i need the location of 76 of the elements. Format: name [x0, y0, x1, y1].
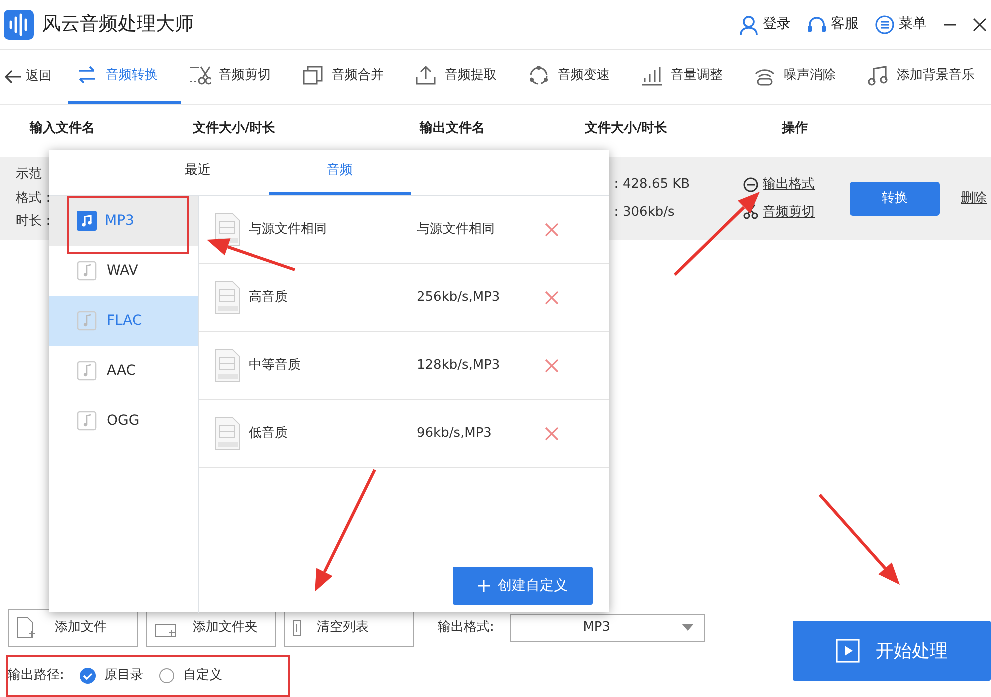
format-select[interactable]: MP3 [510, 614, 706, 642]
file-icon [215, 280, 241, 314]
toolbar-tab[interactable]: 音频提取 [407, 50, 520, 104]
convert-button[interactable]: 转换 [850, 182, 940, 216]
clear-list-icon [293, 620, 301, 636]
preset-spec: 128kb/s,MP3 [417, 356, 502, 375]
music-note-icon [867, 64, 889, 86]
toolbar-tab[interactable]: 音频转换 [68, 50, 181, 104]
toolbar-button[interactable]: 添加文件 [8, 609, 138, 647]
user-icon [739, 14, 759, 34]
column-header: 输入文件名 [30, 120, 96, 138]
toolbar-tab[interactable]: 音量调整 [633, 50, 746, 104]
preset-spec: 256kb/s,MP3 [417, 288, 502, 307]
preset-name: 与源文件相同 [249, 220, 328, 239]
menu-icon [875, 14, 895, 34]
app-title: 风云音频处理大师 [42, 12, 194, 38]
cell-text: ：306kb/s [610, 204, 675, 222]
column-header: 输出文件名 [420, 120, 486, 138]
toolbar-tab[interactable]: 音频合并 [294, 50, 407, 104]
merge-squares-icon [302, 64, 324, 86]
music-file-icon [77, 359, 99, 383]
upload-icon [415, 64, 437, 86]
play-icon [836, 639, 860, 663]
delete-link[interactable]: 删除 [961, 188, 987, 208]
radio-option[interactable]: 自定义 [159, 666, 222, 686]
toolbar-tab[interactable]: 音频剪切 [181, 50, 294, 104]
audio-cut-link[interactable]: 音频剪切 [763, 202, 815, 222]
headset-icon [807, 14, 827, 34]
back-button[interactable]: 返回 [0, 50, 68, 104]
cell-text: 示范 [16, 166, 42, 184]
delete-icon[interactable] [545, 290, 559, 304]
header-link[interactable]: 登录 [763, 14, 791, 35]
scissors-icon [189, 64, 211, 86]
music-file-icon [77, 409, 99, 433]
delete-icon[interactable] [545, 426, 559, 440]
music-file-icon [77, 309, 99, 333]
header-link[interactable]: 菜单 [899, 14, 927, 35]
column-header: 操作 [782, 120, 809, 138]
dialog-tab[interactable]: 音频 [269, 150, 411, 195]
format-icon [743, 176, 759, 193]
output-path-label: 输出路径: [8, 667, 64, 686]
output-format-link[interactable]: 输出格式 [763, 175, 815, 194]
close-icon[interactable] [973, 18, 987, 32]
plus-icon [478, 580, 490, 592]
delete-icon[interactable] [545, 358, 559, 372]
preset-name: 低音质 [249, 424, 289, 443]
toolbar-tab[interactable]: 噪声消除 [746, 50, 859, 104]
create-custom-button[interactable]: 创建自定义 [453, 567, 593, 605]
dotted-circle-icon [528, 64, 550, 86]
cell-text: ：428.65 KB [610, 176, 690, 194]
music-file-icon [77, 259, 99, 283]
caret-icon [682, 624, 694, 632]
column-header: 文件大小/时长 [193, 120, 277, 138]
bar-chart-icon [641, 64, 663, 86]
column-header: 文件大小/时长 [585, 120, 669, 138]
logo-icon [4, 10, 34, 40]
dialog-tab[interactable]: 最近 [127, 150, 269, 195]
output-format-label: 输出格式: [438, 619, 494, 638]
preset-spec: 96kb/s,MP3 [417, 424, 493, 443]
header-link[interactable]: 客服 [831, 14, 859, 35]
file-icon [215, 348, 241, 382]
preset-spec: 与源文件相同 [417, 220, 496, 239]
swap-arrows-icon [76, 64, 98, 86]
preset-name: 高音质 [249, 288, 289, 307]
music-note-icon [77, 211, 97, 231]
scissors-icon [743, 204, 759, 220]
toolbar-button[interactable]: 添加文件夹 [146, 609, 276, 647]
start-button[interactable]: 开始处理 [793, 621, 991, 681]
delete-icon[interactable] [545, 222, 559, 236]
file-icon [215, 416, 241, 450]
back-arrow-icon [4, 70, 22, 84]
toolbar-button[interactable]: 清空列表 [284, 609, 414, 647]
preset-name: 中等音质 [249, 356, 302, 375]
toolbar-tab[interactable]: 添加背景音乐 [859, 50, 983, 104]
toolbar-tab[interactable]: 音频变速 [520, 50, 633, 104]
radio-option[interactable]: 原目录 [80, 666, 144, 686]
